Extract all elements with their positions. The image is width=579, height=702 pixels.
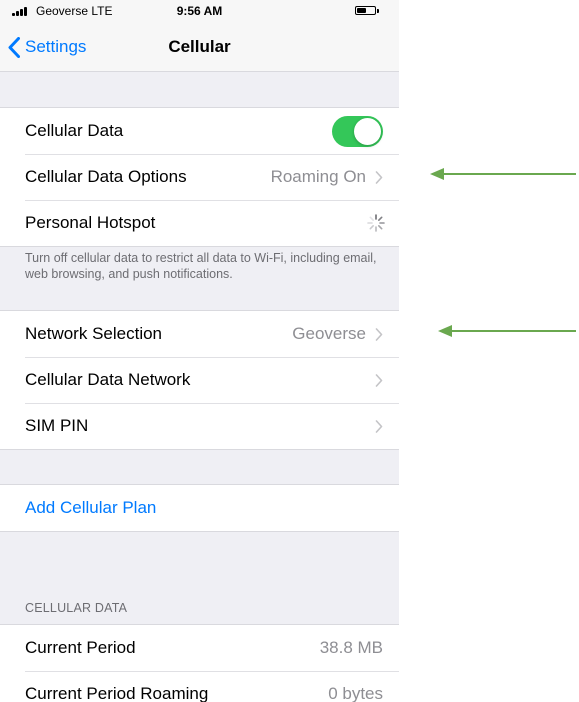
chevron-right-icon xyxy=(375,327,383,341)
current-period-row: Current Period 38.8 MB xyxy=(0,625,399,671)
cellular-data-label: Cellular Data xyxy=(25,121,124,140)
current-period-value: 38.8 MB xyxy=(319,638,383,657)
toggle-knob xyxy=(354,117,381,145)
arrow-left-icon xyxy=(438,325,576,337)
add-plan-group: Add Cellular Plan xyxy=(0,484,399,532)
cellular-data-options-row[interactable]: Cellular Data Options Roaming On xyxy=(0,154,399,200)
cellular-data-row: Cellular Data xyxy=(0,108,399,154)
chevron-right-icon xyxy=(375,373,383,387)
current-period-roaming-label: Current Period Roaming xyxy=(25,684,209,702)
cellular-data-group: Cellular Data Cellular Data Options Roam… xyxy=(0,107,399,247)
loading-spinner-icon xyxy=(367,214,385,232)
chevron-right-icon xyxy=(375,170,383,184)
arrow-left-icon xyxy=(430,168,576,180)
cellular-data-usage-group: Current Period 38.8 MB Current Period Ro… xyxy=(0,624,399,702)
sim-pin-row[interactable]: SIM PIN xyxy=(0,403,399,449)
current-period-label: Current Period xyxy=(25,638,136,657)
add-cellular-plan-label: Add Cellular Plan xyxy=(25,498,157,517)
status-time: 9:56 AM xyxy=(176,4,223,18)
navigation-bar: Settings Cellular xyxy=(0,22,399,72)
battery-cap xyxy=(377,9,379,13)
current-period-roaming-value: 0 bytes xyxy=(328,684,383,702)
phone-screen: Geoverse LTE 9:56 AM Settings Cellular C… xyxy=(0,0,399,702)
personal-hotspot-label: Personal Hotspot xyxy=(25,213,156,232)
network-group: Network Selection Geoverse Cellular Data… xyxy=(0,310,399,450)
cellular-data-footer-note: Turn off cellular data to restrict all d… xyxy=(25,251,377,281)
cellular-data-toggle[interactable] xyxy=(332,115,383,147)
add-cellular-plan-button[interactable]: Add Cellular Plan xyxy=(0,485,399,531)
cellular-data-options-label: Cellular Data Options xyxy=(25,167,187,186)
chevron-right-icon xyxy=(375,419,383,433)
network-selection-label: Network Selection xyxy=(25,324,163,343)
cellular-data-network-row[interactable]: Cellular Data Network xyxy=(0,357,399,403)
network-selection-value: Geoverse xyxy=(292,324,366,343)
cellular-data-section-header: CELLULAR DATA xyxy=(25,601,128,615)
status-bar: Geoverse LTE 9:56 AM xyxy=(0,0,399,22)
battery-level xyxy=(357,8,366,13)
current-period-roaming-row: Current Period Roaming 0 bytes xyxy=(0,671,399,702)
personal-hotspot-row[interactable]: Personal Hotspot xyxy=(0,200,399,246)
cellular-data-network-label: Cellular Data Network xyxy=(25,370,191,389)
cellular-data-options-value: Roaming On xyxy=(270,167,366,186)
battery-icon xyxy=(355,6,376,15)
sim-pin-label: SIM PIN xyxy=(25,416,89,435)
page-title: Cellular xyxy=(168,37,231,56)
network-selection-row[interactable]: Network Selection Geoverse xyxy=(0,311,399,357)
